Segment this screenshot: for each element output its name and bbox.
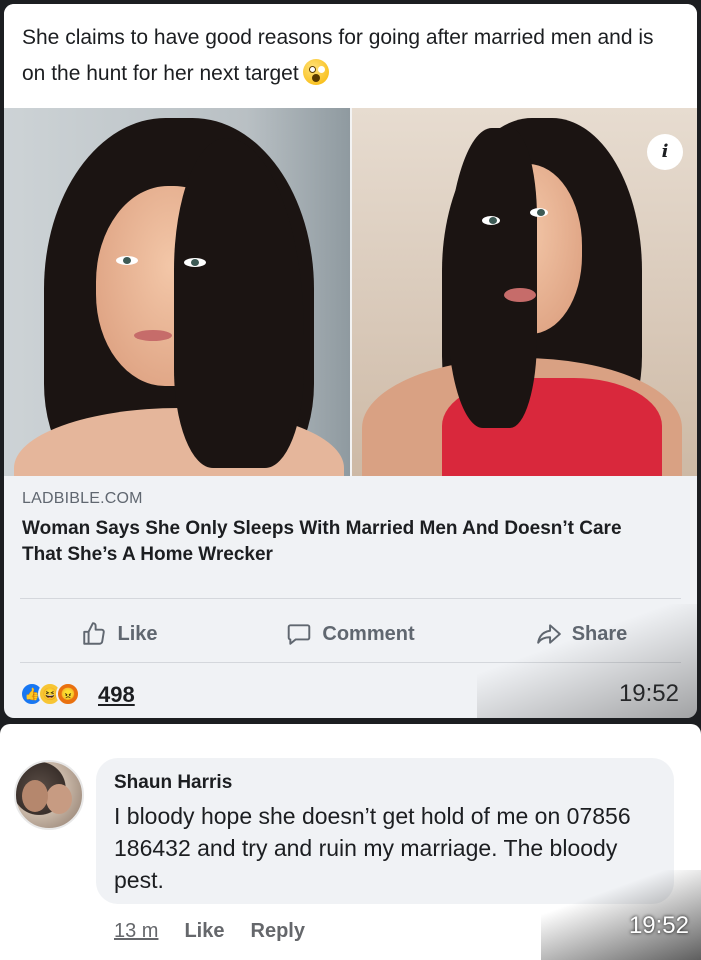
comment-meta: 13 m Like Reply: [114, 920, 305, 943]
photo-right: i: [350, 108, 697, 476]
info-icon[interactable]: i: [647, 134, 683, 170]
divider: [20, 662, 681, 663]
link-title[interactable]: Woman Says She Only Sleeps With Married …: [22, 516, 622, 568]
comment-age[interactable]: 13 m: [114, 920, 158, 943]
post-caption: She claims to have good reasons for goin…: [22, 26, 654, 85]
comment-timestamp: 19:52: [628, 912, 689, 939]
link-domain: LADBIBLE.COM: [22, 490, 143, 507]
photo-left: [4, 108, 350, 476]
post-actions: Like Comment Share: [4, 608, 697, 660]
angry-reaction-icon: 😠: [56, 682, 80, 706]
reaction-count[interactable]: 498: [98, 682, 135, 708]
thumbs-up-icon: [83, 622, 106, 645]
share-label: Share: [571, 622, 628, 645]
like-button[interactable]: Like: [4, 608, 235, 660]
post-card: She claims to have good reasons for goin…: [4, 4, 697, 718]
divider: [20, 598, 681, 599]
share-button[interactable]: Share: [466, 608, 697, 660]
link-preview[interactable]: LADBIBLE.COM Woman Says She Only Sleeps …: [4, 476, 697, 584]
comment-bubble-icon: [288, 624, 311, 645]
comment-label: Comment: [322, 622, 415, 645]
link-preview-image[interactable]: i: [4, 108, 697, 476]
shocked-face-emoji-icon: [302, 59, 329, 85]
comment-like-button[interactable]: Like: [184, 920, 224, 943]
avatar[interactable]: [14, 760, 84, 830]
reaction-icons[interactable]: 👍 😆 😠: [20, 682, 80, 706]
comment-card: Shaun Harris I bloody hope she doesn’t g…: [0, 724, 701, 960]
post-text-block: She claims to have good reasons for goin…: [4, 4, 697, 108]
reactions-row: 👍 😆 😠 498 19:52: [4, 668, 697, 718]
share-arrow-icon: [536, 624, 561, 644]
comment-author[interactable]: Shaun Harris: [114, 772, 656, 794]
comment-reply-button[interactable]: Reply: [251, 920, 305, 943]
post-timestamp: 19:52: [618, 680, 679, 707]
comment-button[interactable]: Comment: [235, 608, 466, 660]
like-label: Like: [117, 622, 158, 645]
